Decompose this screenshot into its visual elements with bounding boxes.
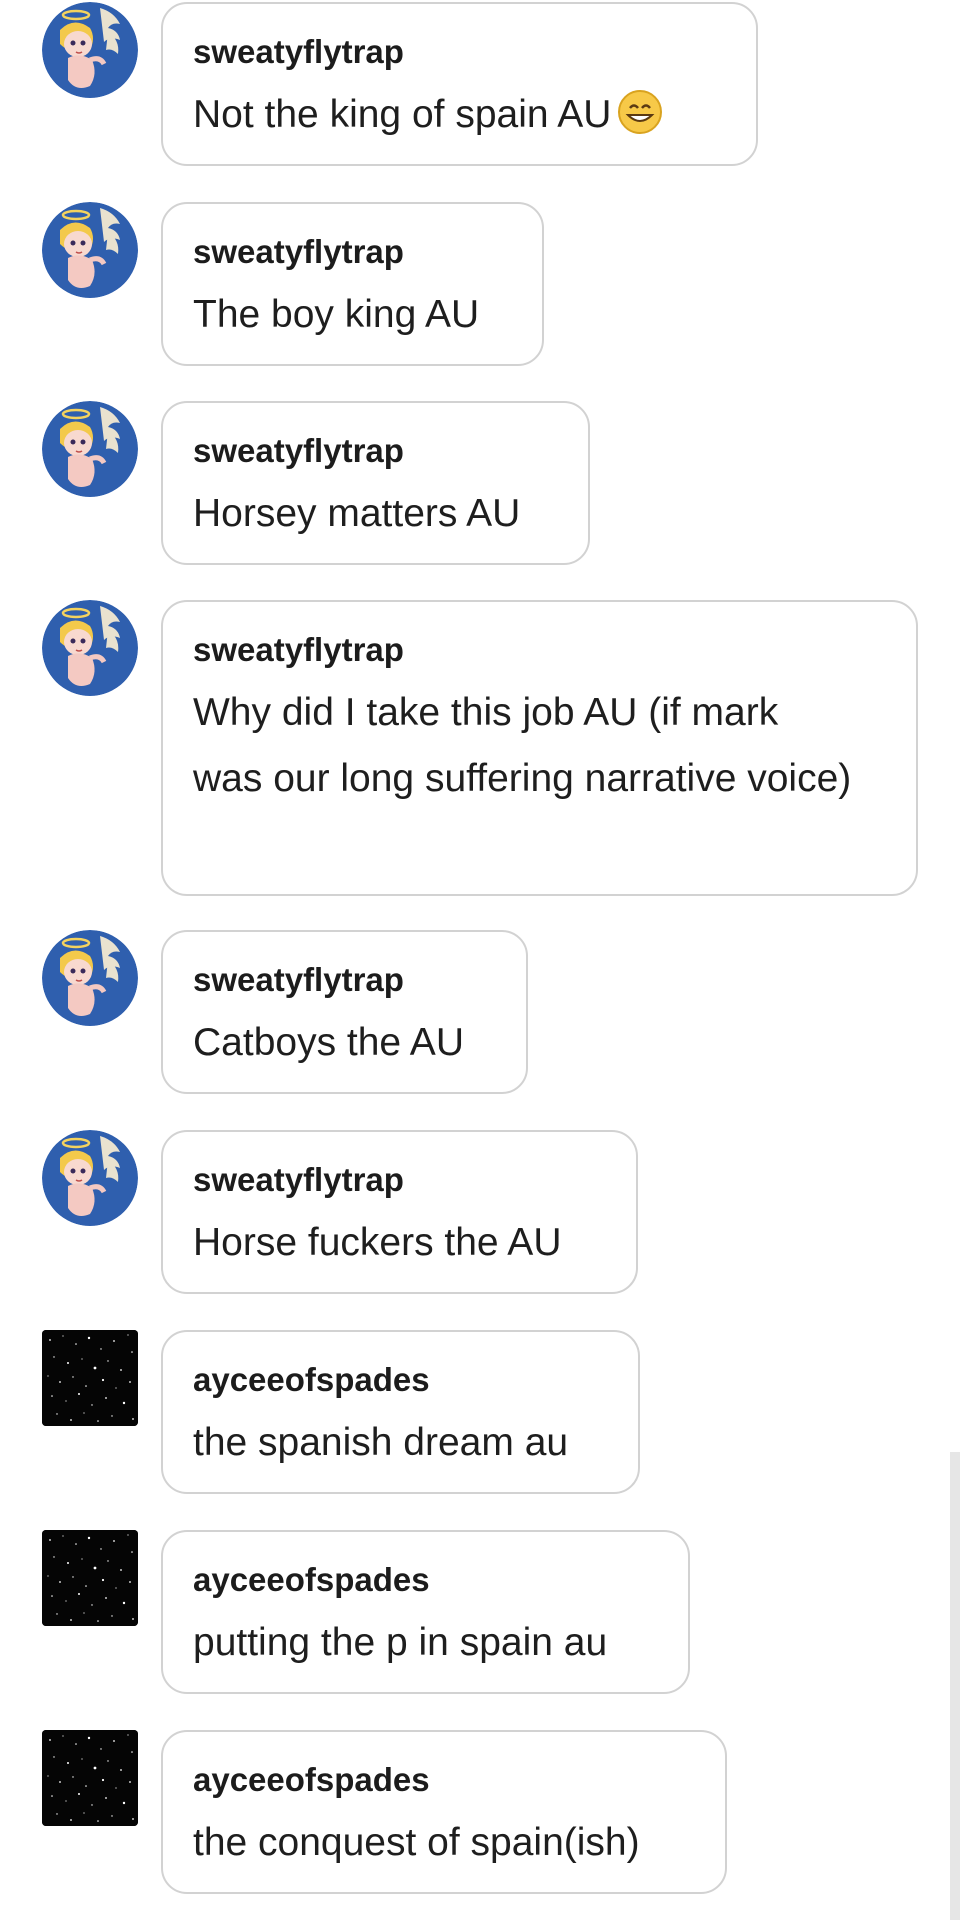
message-text-content: Not the king of spain AU bbox=[193, 93, 612, 136]
message-bubble: ayceeofspades the spanish dream au bbox=[161, 1330, 640, 1494]
message-username[interactable]: sweatyflytrap bbox=[193, 960, 494, 1000]
message-username[interactable]: ayceeofspades bbox=[193, 1760, 693, 1800]
message-username[interactable]: ayceeofspades bbox=[193, 1560, 656, 1600]
message-text: The boy king AU bbox=[193, 293, 480, 336]
message-bubble: sweatyflytrap Why did I take this job AU… bbox=[161, 600, 918, 896]
scrollbar[interactable] bbox=[950, 1452, 960, 1920]
starfield-avatar-icon bbox=[42, 1730, 138, 1826]
message-bubble: sweatyflytrap Catboys the AU bbox=[161, 930, 528, 1094]
message-text: Catboys the AU bbox=[193, 1021, 464, 1064]
message-thread: sweatyflytrap Not the king of spain AU s… bbox=[0, 0, 960, 1920]
starfield-avatar-icon bbox=[42, 1530, 138, 1626]
message-bubble: sweatyflytrap The boy king AU bbox=[161, 202, 544, 366]
message-text: Horse fuckers the AU bbox=[193, 1221, 562, 1264]
message-bubble: sweatyflytrap Not the king of spain AU bbox=[161, 2, 758, 166]
angel-avatar[interactable] bbox=[42, 401, 138, 497]
angel-avatar-icon bbox=[42, 1130, 138, 1226]
message-username[interactable]: sweatyflytrap bbox=[193, 32, 724, 72]
message-text: putting the p in spain au bbox=[193, 1621, 608, 1664]
message-text: Horsey matters AU bbox=[193, 492, 521, 535]
message-bubble: sweatyflytrap Horsey matters AU bbox=[161, 401, 590, 565]
starfield-avatar[interactable] bbox=[42, 1330, 138, 1426]
message-username[interactable]: sweatyflytrap bbox=[193, 232, 510, 272]
grinning-face-emoji-icon bbox=[618, 90, 663, 134]
starfield-avatar-icon bbox=[42, 1330, 138, 1426]
angel-avatar[interactable] bbox=[42, 2, 138, 98]
message-text: Why did I take this job AU (if mark was … bbox=[193, 691, 852, 800]
angel-avatar[interactable] bbox=[42, 202, 138, 298]
message-username[interactable]: sweatyflytrap bbox=[193, 1160, 604, 1200]
starfield-avatar[interactable] bbox=[42, 1530, 138, 1626]
angel-avatar-icon bbox=[42, 2, 138, 98]
message-bubble: ayceeofspades the conquest of spain(ish) bbox=[161, 1730, 727, 1894]
message-bubble: ayceeofspades putting the p in spain au bbox=[161, 1530, 690, 1694]
starfield-avatar[interactable] bbox=[42, 1730, 138, 1826]
angel-avatar-icon bbox=[42, 401, 138, 497]
message-username[interactable]: sweatyflytrap bbox=[193, 431, 556, 471]
angel-avatar-icon bbox=[42, 930, 138, 1026]
message-username[interactable]: sweatyflytrap bbox=[193, 630, 884, 670]
message-text: the conquest of spain(ish) bbox=[193, 1821, 640, 1864]
angel-avatar-icon bbox=[42, 600, 138, 696]
angel-avatar[interactable] bbox=[42, 930, 138, 1026]
message-text: Not the king of spain AU bbox=[193, 82, 724, 148]
angel-avatar-icon bbox=[42, 202, 138, 298]
message-username[interactable]: ayceeofspades bbox=[193, 1360, 606, 1400]
angel-avatar[interactable] bbox=[42, 600, 138, 696]
message-text: the spanish dream au bbox=[193, 1421, 569, 1464]
message-bubble: sweatyflytrap Horse fuckers the AU bbox=[161, 1130, 638, 1294]
angel-avatar[interactable] bbox=[42, 1130, 138, 1226]
